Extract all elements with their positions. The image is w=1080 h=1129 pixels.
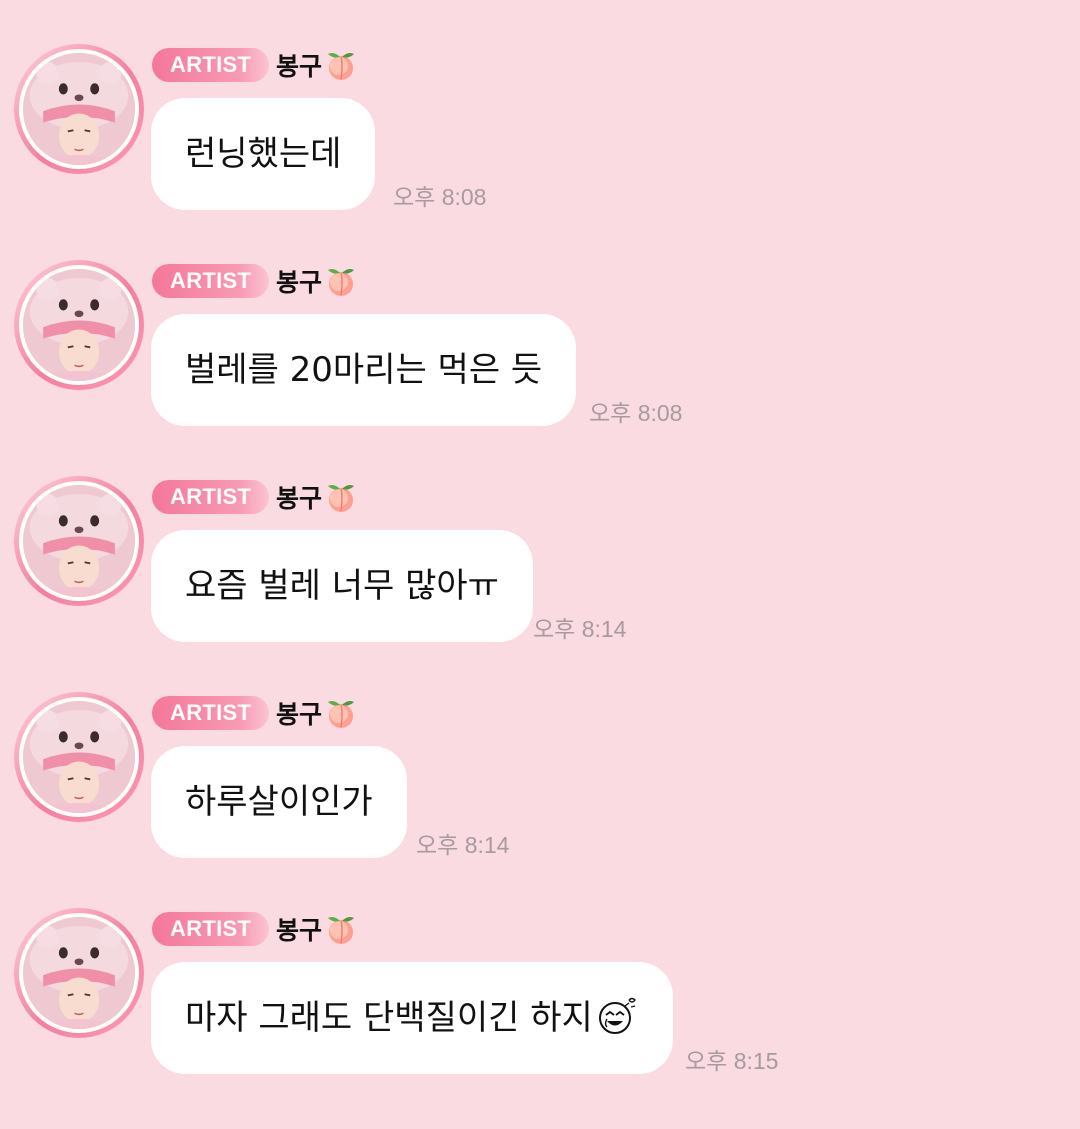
peach-icon — [324, 480, 358, 514]
sender-name-row: 봉구 — [276, 910, 358, 948]
message-time: 오후 8:15 — [685, 1048, 779, 1074]
sender-name-row: 봉구 — [276, 694, 358, 732]
chat-message: ARTIST 봉구 요즘 벌레 너무 많아ㅠ 오후 8:14 — [0, 476, 1080, 692]
sender-name: 봉구 — [276, 916, 323, 945]
message-bubble[interactable]: 하루살이인가 — [151, 746, 407, 858]
chat-message: ARTIST 봉구 런닝했는데 오후 8:08 — [0, 44, 1080, 260]
artist-badge: ARTIST — [152, 480, 270, 514]
message-bubble[interactable]: 요즘 벌레 너무 많아ㅠ — [151, 530, 533, 642]
message-time: 오후 8:14 — [416, 832, 510, 858]
sender-name-row: 봉구 — [276, 262, 358, 300]
peach-icon — [324, 48, 358, 82]
peach-icon — [324, 696, 358, 730]
message-time: 오후 8:08 — [589, 400, 683, 426]
artist-avatar[interactable] — [14, 260, 144, 390]
artist-avatar[interactable] — [14, 476, 144, 606]
artist-badge: ARTIST — [152, 48, 270, 82]
sender-name: 봉구 — [276, 52, 323, 81]
sender-name: 봉구 — [276, 700, 323, 729]
artist-badge: ARTIST — [152, 912, 270, 946]
message-time: 오후 8:14 — [533, 616, 627, 642]
sender-name-row: 봉구 — [276, 478, 358, 516]
artist-avatar[interactable] — [14, 908, 144, 1038]
avatar-image — [23, 485, 135, 597]
chat-message-list: ARTIST 봉구 런닝했는데 오후 8:08 ARTIST 봉구 벌레를 20… — [0, 0, 1080, 1129]
sender-name: 봉구 — [276, 268, 323, 297]
avatar-image — [23, 701, 135, 813]
laughing-face-icon — [595, 994, 639, 1038]
chat-message: ARTIST 봉구 하루살이인가 오후 8:14 — [0, 692, 1080, 908]
chat-message: ARTIST 봉구 마자 그래도 단백질이긴 하지 오후 8:15 — [0, 908, 1080, 1124]
artist-avatar[interactable] — [14, 692, 144, 822]
message-text: 마자 그래도 단백질이긴 하지 — [185, 998, 593, 1038]
peach-icon — [324, 912, 358, 946]
avatar-image — [23, 269, 135, 381]
avatar-image — [23, 53, 135, 165]
peach-icon — [324, 264, 358, 298]
message-bubble[interactable]: 벌레를 20마리는 먹은 듯 — [151, 314, 577, 426]
message-time: 오후 8:08 — [393, 184, 487, 210]
chat-message: ARTIST 봉구 벌레를 20마리는 먹은 듯 오후 8:08 — [0, 260, 1080, 476]
message-bubble[interactable]: 런닝했는데 — [151, 98, 376, 210]
artist-avatar[interactable] — [14, 44, 144, 174]
artist-badge: ARTIST — [152, 696, 270, 730]
message-bubble[interactable]: 마자 그래도 단백질이긴 하지 — [151, 962, 673, 1074]
avatar-image — [23, 917, 135, 1029]
artist-badge: ARTIST — [152, 264, 270, 298]
sender-name-row: 봉구 — [276, 46, 358, 84]
sender-name: 봉구 — [276, 484, 323, 513]
